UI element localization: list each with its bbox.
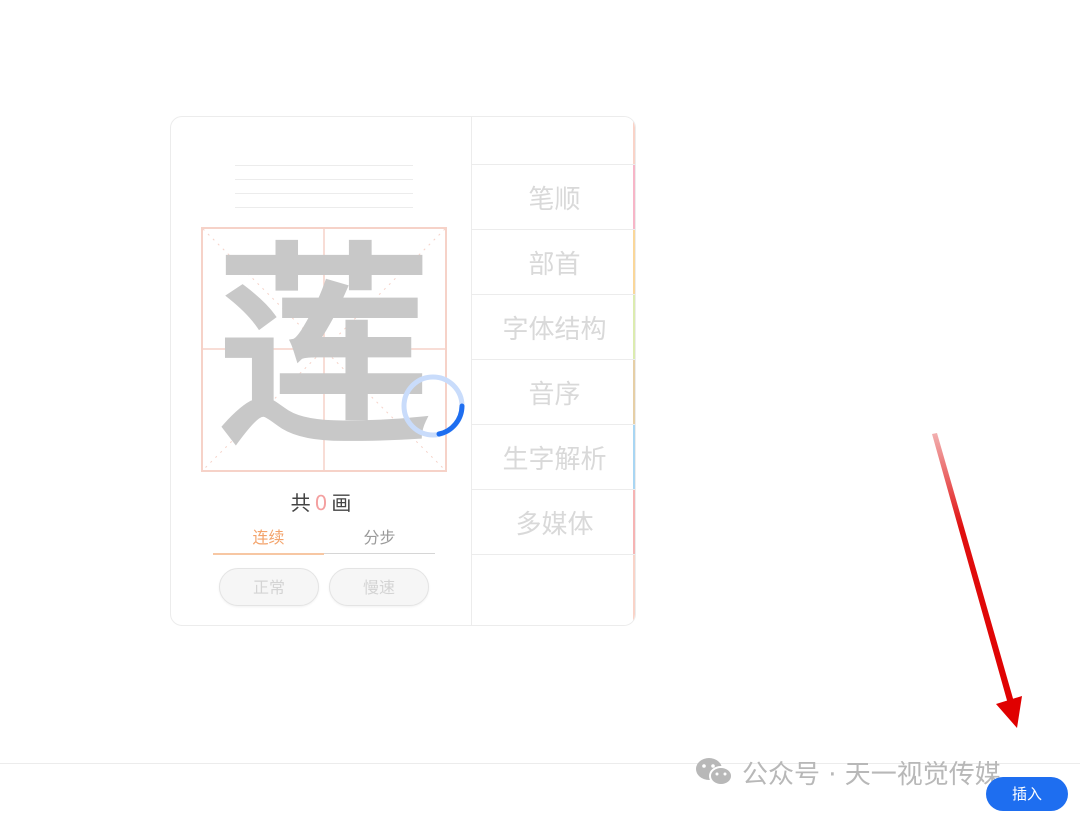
menu-item-label: 生字解析 <box>502 444 607 475</box>
menu-item-label: 字体结构 <box>502 314 607 345</box>
stroke-count-prefix: 共 <box>290 491 311 515</box>
menu-color-tag <box>633 230 635 294</box>
slow-speed-button[interactable]: 慢速 <box>329 568 429 606</box>
menu-item-radical[interactable]: 部首 <box>472 230 635 295</box>
tab-step[interactable]: 分步 <box>324 527 435 553</box>
menu-item-structure[interactable]: 字体结构 <box>472 295 635 360</box>
insert-button[interactable]: 插入 <box>986 777 1068 811</box>
menu-color-tag <box>633 360 635 424</box>
menu-color-tag <box>633 425 635 489</box>
character-card: 莲 共0画 连续 分步 正常 慢速 笔顺 部首 字体结构 音序 生字解析 多媒体 <box>170 116 636 626</box>
menu-color-tag <box>633 165 635 229</box>
stroke-count-suffix: 画 <box>331 491 352 515</box>
menu-header <box>472 117 635 165</box>
watermark: 公众号 · 天一视觉传媒 <box>694 752 1001 792</box>
red-arrow-annotation-icon <box>932 433 1022 728</box>
stroke-count: 共0画 <box>171 487 471 516</box>
menu-item-label: 笔顺 <box>528 184 581 215</box>
menu-item-phonetic-order[interactable]: 音序 <box>472 360 635 425</box>
menu-item-analysis[interactable]: 生字解析 <box>472 425 635 490</box>
menu-color-tag <box>633 295 635 359</box>
normal-speed-button[interactable]: 正常 <box>219 568 319 606</box>
menu-item-stroke-order[interactable]: 笔顺 <box>472 165 635 230</box>
stroke-count-value: 0 <box>314 491 328 515</box>
playback-mode-tabs: 连续 分步 <box>213 527 435 555</box>
function-menu: 笔顺 部首 字体结构 音序 生字解析 多媒体 <box>471 117 635 625</box>
menu-empty-area <box>472 555 635 623</box>
menu-item-label: 音序 <box>528 379 581 410</box>
menu-item-label: 部首 <box>528 249 581 280</box>
menu-item-label: 多媒体 <box>515 509 594 540</box>
wechat-icon <box>696 758 733 786</box>
menu-color-tag <box>633 490 635 554</box>
watermark-text: 公众号 · 天一视觉传媒 <box>742 759 1001 790</box>
writing-pane: 莲 共0画 连续 分步 正常 慢速 <box>171 117 471 625</box>
loading-spinner-icon <box>401 374 465 438</box>
tab-continuous[interactable]: 连续 <box>213 527 324 555</box>
pinyin-guide-lines <box>235 165 413 209</box>
menu-item-multimedia[interactable]: 多媒体 <box>472 490 635 555</box>
